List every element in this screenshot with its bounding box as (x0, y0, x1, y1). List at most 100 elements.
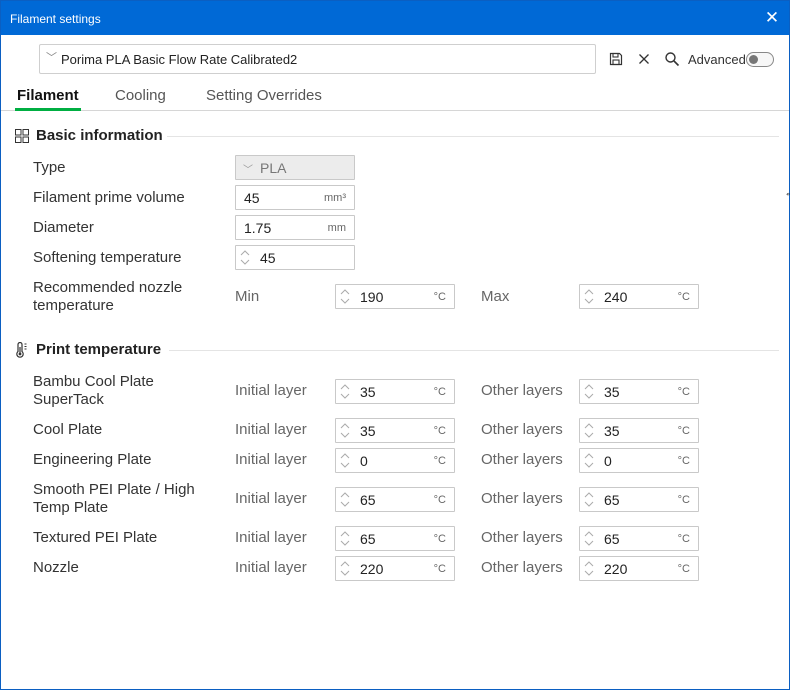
initial-layer-temp-stepper[interactable]: 65 °C (335, 487, 455, 512)
plate-label: Cool Plate (33, 421, 102, 439)
unit-label: mm (327, 222, 346, 234)
field-value: 65 (360, 531, 376, 547)
spin-arrows-icon[interactable] (583, 529, 595, 548)
initial-layer-temp-stepper[interactable]: 0 °C (335, 448, 455, 473)
softening-temp-label: Softening temperature (33, 249, 182, 266)
unit-label: °C (677, 425, 690, 437)
field-value: 240 (604, 289, 628, 305)
thermometer-icon (16, 342, 27, 358)
label-line: Engineering Plate (33, 451, 152, 468)
spin-arrows-icon[interactable] (583, 382, 595, 401)
toggle-knob (749, 55, 758, 64)
field-value: 45 (260, 250, 276, 266)
search-icon[interactable] (664, 51, 680, 67)
title-bar: Filament settings ✕ (1, 1, 789, 35)
plate-label: Bambu Cool Plate SuperTack (33, 373, 154, 409)
field-value: 220 (360, 561, 384, 577)
spin-arrows-icon[interactable] (239, 248, 251, 267)
other-layers-label: Other layers (481, 382, 563, 399)
type-label: Type (33, 159, 66, 176)
tab-filament[interactable]: Filament (17, 87, 79, 104)
initial-layer-temp-stepper[interactable]: 35 °C (335, 379, 455, 404)
preset-selector[interactable]: ﹀ Porima PLA Basic Flow Rate Calibrated2 (39, 44, 596, 74)
initial-layer-label: Initial layer (235, 382, 307, 399)
spin-arrows-icon[interactable] (339, 559, 351, 578)
unit-label: °C (433, 291, 446, 303)
spin-arrows-icon[interactable] (339, 529, 351, 548)
type-value: PLA (260, 160, 287, 176)
field-value: 190 (360, 289, 384, 305)
nozzle-min-stepper[interactable]: 190 °C (335, 284, 455, 309)
initial-layer-temp-stepper[interactable]: 220 °C (335, 556, 455, 581)
label-line: Textured PEI Plate (33, 529, 158, 546)
initial-layer-temp-stepper[interactable]: 35 °C (335, 418, 455, 443)
other-layers-temp-stepper[interactable]: 35 °C (579, 379, 699, 404)
other-layers-label: Other layers (481, 529, 563, 546)
field-value: 65 (604, 531, 620, 547)
other-layers-temp-stepper[interactable]: 35 °C (579, 418, 699, 443)
window-title: Filament settings (10, 12, 101, 26)
tab-setting-overrides[interactable]: Setting Overrides (206, 87, 322, 104)
close-icon[interactable]: ✕ (761, 7, 783, 29)
spin-arrows-icon[interactable] (583, 421, 595, 440)
initial-layer-label: Initial layer (235, 451, 307, 468)
initial-layer-temp-stepper[interactable]: 65 °C (335, 526, 455, 551)
spin-arrows-icon[interactable] (583, 451, 595, 470)
spin-arrows-icon[interactable] (583, 559, 595, 578)
other-layers-temp-stepper[interactable]: 65 °C (579, 487, 699, 512)
plate-label: Engineering Plate (33, 451, 151, 469)
label-line: Bambu Cool Plate (33, 373, 154, 390)
field-value: 35 (604, 384, 620, 400)
advanced-toggle[interactable] (746, 52, 774, 67)
spin-arrows-icon[interactable] (339, 382, 351, 401)
nozzle-max-stepper[interactable]: 240 °C (579, 284, 699, 309)
grid-icon (15, 129, 29, 143)
label-line: Cool Plate (33, 421, 103, 438)
field-value: 65 (604, 492, 620, 508)
spin-arrows-icon[interactable] (583, 490, 595, 509)
unit-label: °C (433, 494, 446, 506)
spin-arrows-icon[interactable] (339, 490, 351, 509)
other-layers-temp-stepper[interactable]: 65 °C (579, 526, 699, 551)
unit-label: °C (677, 455, 690, 467)
type-select[interactable]: ﹀ PLA (235, 155, 355, 180)
unit-label: °C (677, 533, 690, 545)
advanced-label: Advanced (688, 52, 746, 67)
initial-layer-label: Initial layer (235, 559, 307, 576)
softening-temp-stepper[interactable]: 45 (235, 245, 355, 270)
save-icon[interactable] (608, 51, 624, 67)
spin-arrows-icon[interactable] (583, 287, 595, 306)
other-layers-label: Other layers (481, 421, 563, 438)
section-title: Print temperature (36, 341, 162, 358)
other-layers-label: Other layers (481, 451, 563, 468)
spin-arrows-icon[interactable] (339, 287, 351, 306)
field-value: 35 (360, 423, 376, 439)
tab-bar: Filament Cooling Setting Overrides (1, 85, 789, 111)
unit-label: mm³ (324, 192, 346, 204)
tab-cooling[interactable]: Cooling (115, 87, 166, 104)
section-divider (169, 350, 779, 351)
other-layers-label: Other layers (481, 490, 563, 507)
other-layers-temp-stepper[interactable]: 0 °C (579, 448, 699, 473)
initial-layer-label: Initial layer (235, 490, 307, 507)
section-title: Basic information (36, 127, 163, 144)
plate-label: Textured PEI Plate (33, 529, 157, 547)
unit-label: °C (433, 455, 446, 467)
field-value: 0 (360, 453, 368, 469)
prime-volume-input[interactable]: 45 mm³ (235, 185, 355, 210)
section-divider (167, 136, 779, 137)
unit-label: °C (677, 563, 690, 575)
unit-label: °C (677, 291, 690, 303)
label-line: Temp Plate (33, 499, 109, 516)
field-value: 45 (244, 190, 260, 206)
initial-layer-label: Initial layer (235, 529, 307, 546)
delete-preset-icon[interactable] (636, 51, 652, 67)
preset-name: Porima PLA Basic Flow Rate Calibrated2 (61, 52, 298, 67)
nozzle-temp-label: Recommended nozzle temperature (33, 279, 182, 315)
label-line: SuperTack (33, 391, 104, 408)
unit-label: °C (677, 494, 690, 506)
spin-arrows-icon[interactable] (339, 421, 351, 440)
other-layers-temp-stepper[interactable]: 220 °C (579, 556, 699, 581)
diameter-input[interactable]: 1.75 mm (235, 215, 355, 240)
spin-arrows-icon[interactable] (339, 451, 351, 470)
